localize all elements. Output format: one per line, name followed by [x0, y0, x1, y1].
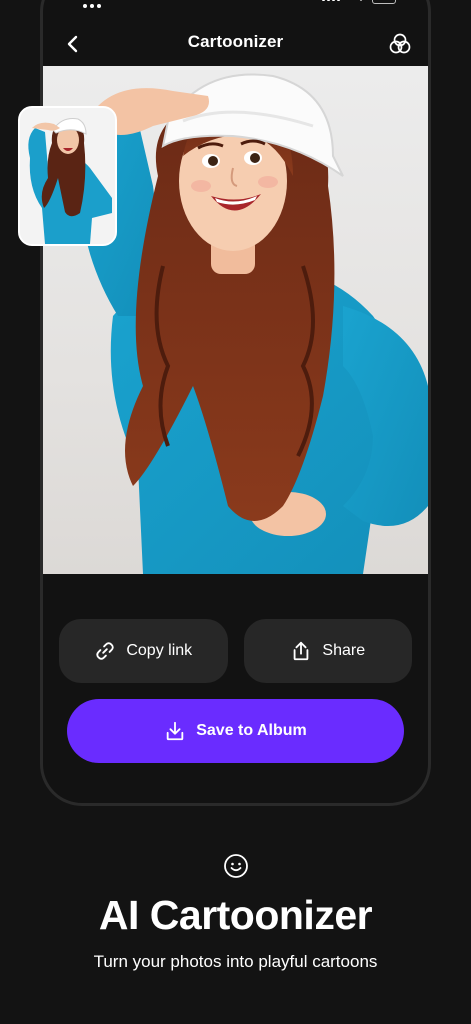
screen: Cartoonizer Copy link Share Save to Albu… — [0, 0, 471, 1024]
link-icon — [96, 642, 115, 660]
share-label: Share — [322, 642, 366, 659]
top-bar: Cartoonizer — [43, 28, 428, 60]
screen-title: Cartoonizer — [187, 32, 284, 51]
share-actions: Copy link Share — [59, 619, 412, 683]
copy-link-button[interactable]: Copy link — [59, 619, 228, 683]
save-label: Save to Album — [196, 722, 307, 739]
smile-icon — [223, 854, 248, 878]
effects-button[interactable] — [386, 30, 414, 58]
feature-badge — [0, 853, 471, 879]
status-bar — [43, 0, 428, 8]
save-to-album-button[interactable]: Save to Album — [67, 699, 404, 763]
feature-title: AI Cartoonizer — [98, 892, 373, 938]
share-icon — [294, 641, 309, 661]
copy-link-label: Copy link — [126, 642, 193, 659]
wifi-icon — [359, 0, 363, 1]
battery-icon — [372, 0, 396, 4]
signal-icon — [322, 0, 342, 1]
original-photo-illustration — [20, 108, 115, 244]
download-icon — [166, 721, 184, 741]
status-indicators — [322, 0, 402, 4]
original-photo-thumbnail[interactable] — [18, 106, 117, 246]
overlapping-circles-icon — [389, 33, 411, 54]
feature-subtitle: Turn your photos into playful cartoons — [93, 952, 378, 971]
status-dots — [83, 0, 107, 8]
share-button[interactable]: Share — [243, 619, 412, 683]
